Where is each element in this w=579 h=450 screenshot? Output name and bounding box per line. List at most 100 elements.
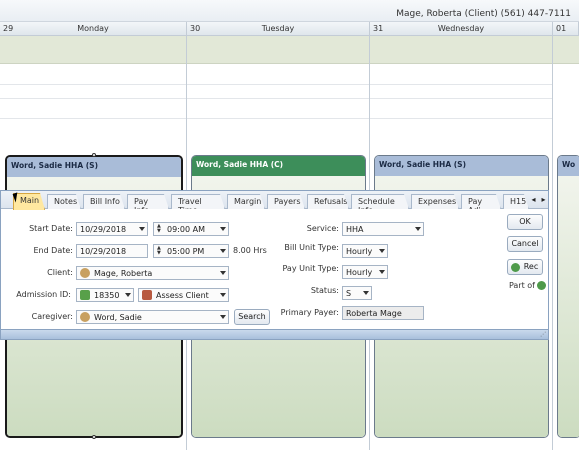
pay-unit-type-field[interactable]: Hourly bbox=[342, 265, 388, 279]
primary-payer-value: Roberta Mage bbox=[346, 309, 402, 318]
chevron-down-icon[interactable] bbox=[220, 227, 226, 231]
tab-travel-time[interactable]: Travel Time bbox=[171, 194, 225, 209]
end-date-value: 10/29/2018 bbox=[80, 247, 127, 256]
caregiver-field[interactable]: Word, Sadie bbox=[76, 310, 229, 324]
resize-handle-bottom[interactable] bbox=[92, 435, 96, 439]
appointment-title: Word, Sadie HHA (S) bbox=[7, 157, 181, 177]
start-date-value: 10/29/2018 bbox=[80, 225, 127, 234]
hour-line bbox=[0, 84, 186, 85]
service-value: HHA bbox=[346, 225, 364, 234]
person-icon bbox=[80, 312, 90, 322]
recurrence-button[interactable]: Rec bbox=[507, 259, 543, 275]
admission-id-field[interactable]: 18350 bbox=[76, 288, 134, 302]
client-value: Mage, Roberta bbox=[94, 269, 153, 278]
tab-pay-adj[interactable]: Pay Adj bbox=[461, 194, 501, 209]
status-field[interactable]: S bbox=[342, 286, 372, 300]
appointment-thursday[interactable]: Wo bbox=[557, 155, 579, 438]
appointment-title: Word, Sadie HHA (S) bbox=[375, 156, 548, 176]
appointment-title: Word, Sadie HHA (C) bbox=[192, 156, 365, 176]
hour-line bbox=[187, 98, 369, 99]
resize-handle-top[interactable] bbox=[92, 153, 96, 157]
chevron-down-icon[interactable] bbox=[220, 293, 226, 297]
search-button[interactable]: Search bbox=[234, 309, 270, 325]
day-header-thursday[interactable]: 01 bbox=[553, 22, 579, 36]
end-date-field[interactable]: 10/29/2018 bbox=[76, 244, 148, 258]
document-icon bbox=[80, 290, 90, 300]
chevron-down-icon[interactable] bbox=[125, 293, 131, 297]
day-header-monday[interactable]: 29 Monday bbox=[0, 22, 187, 36]
hour-line bbox=[0, 118, 186, 119]
spinner-icon[interactable]: ▲ ▼ bbox=[157, 224, 163, 234]
start-date-field[interactable]: 10/29/2018 bbox=[76, 222, 148, 236]
tab-h15c[interactable]: H15C bbox=[503, 194, 529, 209]
bill-unit-type-field[interactable]: Hourly bbox=[342, 244, 388, 258]
recurrence-icon bbox=[511, 263, 520, 272]
calendar-header-bar: Mage, Roberta (Client) (561) 447-7111 bbox=[0, 0, 579, 22]
series-icon[interactable] bbox=[537, 281, 546, 290]
all-day-band bbox=[553, 36, 579, 64]
day-header-wednesday[interactable]: 31 Wednesday bbox=[370, 22, 553, 36]
status-value: S bbox=[346, 289, 352, 298]
chevron-down-icon[interactable] bbox=[220, 315, 226, 319]
client-info-label: Mage, Roberta (Client) (561) 447-7111 bbox=[396, 9, 571, 19]
all-day-band bbox=[0, 36, 186, 64]
duration-label: 8.00 Hrs bbox=[233, 246, 267, 255]
chevron-down-icon[interactable] bbox=[415, 227, 421, 231]
part-of-label: Part of bbox=[508, 281, 535, 290]
tab-bill-info[interactable]: Bill Info bbox=[83, 194, 125, 209]
appointment-body bbox=[558, 176, 579, 437]
day-number: 01 bbox=[556, 24, 567, 33]
hour-line bbox=[187, 84, 369, 85]
client-label: Client: bbox=[47, 268, 73, 277]
start-time-value: 09:00 AM bbox=[167, 225, 205, 234]
appointment-title: Wo bbox=[558, 156, 579, 176]
service-field[interactable]: HHA bbox=[342, 222, 424, 236]
assess-client-label: Assess Client bbox=[156, 291, 209, 300]
end-time-value: 05:00 PM bbox=[167, 247, 205, 256]
day-name: Monday bbox=[77, 24, 109, 33]
chevron-down-icon[interactable] bbox=[379, 270, 385, 274]
person-icon bbox=[80, 268, 90, 278]
day-header-tuesday[interactable]: 30 Tuesday bbox=[187, 22, 370, 36]
pay-unit-value: Hourly bbox=[346, 268, 373, 277]
tab-strip: Main Notes Bill Info Pay Info Travel Tim… bbox=[1, 191, 548, 209]
all-day-band bbox=[187, 36, 369, 64]
chevron-down-icon[interactable] bbox=[139, 227, 145, 231]
tab-margin[interactable]: Margin bbox=[227, 194, 265, 209]
day-name: Tuesday bbox=[261, 24, 295, 33]
hour-line bbox=[370, 84, 552, 85]
end-date-label: End Date: bbox=[33, 246, 73, 255]
tab-payers[interactable]: Payers bbox=[267, 194, 305, 209]
tab-pay-info[interactable]: Pay Info bbox=[127, 194, 169, 209]
tab-refusals[interactable]: Refusals bbox=[307, 194, 349, 209]
caregiver-label: Caregiver: bbox=[31, 312, 73, 321]
tab-scroll-left-icon[interactable]: ◂ bbox=[529, 195, 538, 205]
hour-line bbox=[187, 118, 369, 119]
appointment-editor-panel: Main Notes Bill Info Pay Info Travel Tim… bbox=[0, 190, 549, 340]
tab-schedule-info[interactable]: Schedule Info bbox=[351, 194, 409, 209]
caregiver-value: Word, Sadie bbox=[94, 313, 142, 322]
cancel-button[interactable]: Cancel bbox=[507, 236, 543, 252]
spinner-icon[interactable]: ▲ ▼ bbox=[157, 246, 163, 256]
pay-unit-type-label: Pay Unit Type: bbox=[282, 264, 339, 273]
client-field[interactable]: Mage, Roberta bbox=[76, 266, 229, 280]
status-label: Status: bbox=[310, 286, 339, 295]
ok-button[interactable]: OK bbox=[507, 214, 543, 230]
resize-grip-icon[interactable]: ⋰ bbox=[540, 331, 546, 338]
tab-scroll-right-icon[interactable]: ▸ bbox=[539, 195, 548, 205]
hour-line bbox=[0, 98, 186, 99]
chevron-down-icon[interactable] bbox=[379, 249, 385, 253]
bill-unit-value: Hourly bbox=[346, 247, 373, 256]
start-date-label: Start Date: bbox=[29, 224, 73, 233]
admission-id-label: Admission ID: bbox=[16, 290, 71, 299]
start-time-field[interactable]: ▲ ▼ 09:00 AM bbox=[153, 222, 229, 236]
tab-notes[interactable]: Notes bbox=[47, 194, 81, 209]
chevron-down-icon[interactable] bbox=[363, 291, 369, 295]
chevron-down-icon[interactable] bbox=[220, 271, 226, 275]
assessment-icon bbox=[142, 290, 152, 300]
recurrence-label: Rec bbox=[523, 262, 539, 271]
tab-expenses[interactable]: Expenses bbox=[411, 194, 459, 209]
assess-client-button[interactable]: Assess Client bbox=[138, 288, 229, 302]
chevron-down-icon[interactable] bbox=[220, 249, 226, 253]
end-time-field[interactable]: ▲ ▼ 05:00 PM bbox=[153, 244, 229, 258]
